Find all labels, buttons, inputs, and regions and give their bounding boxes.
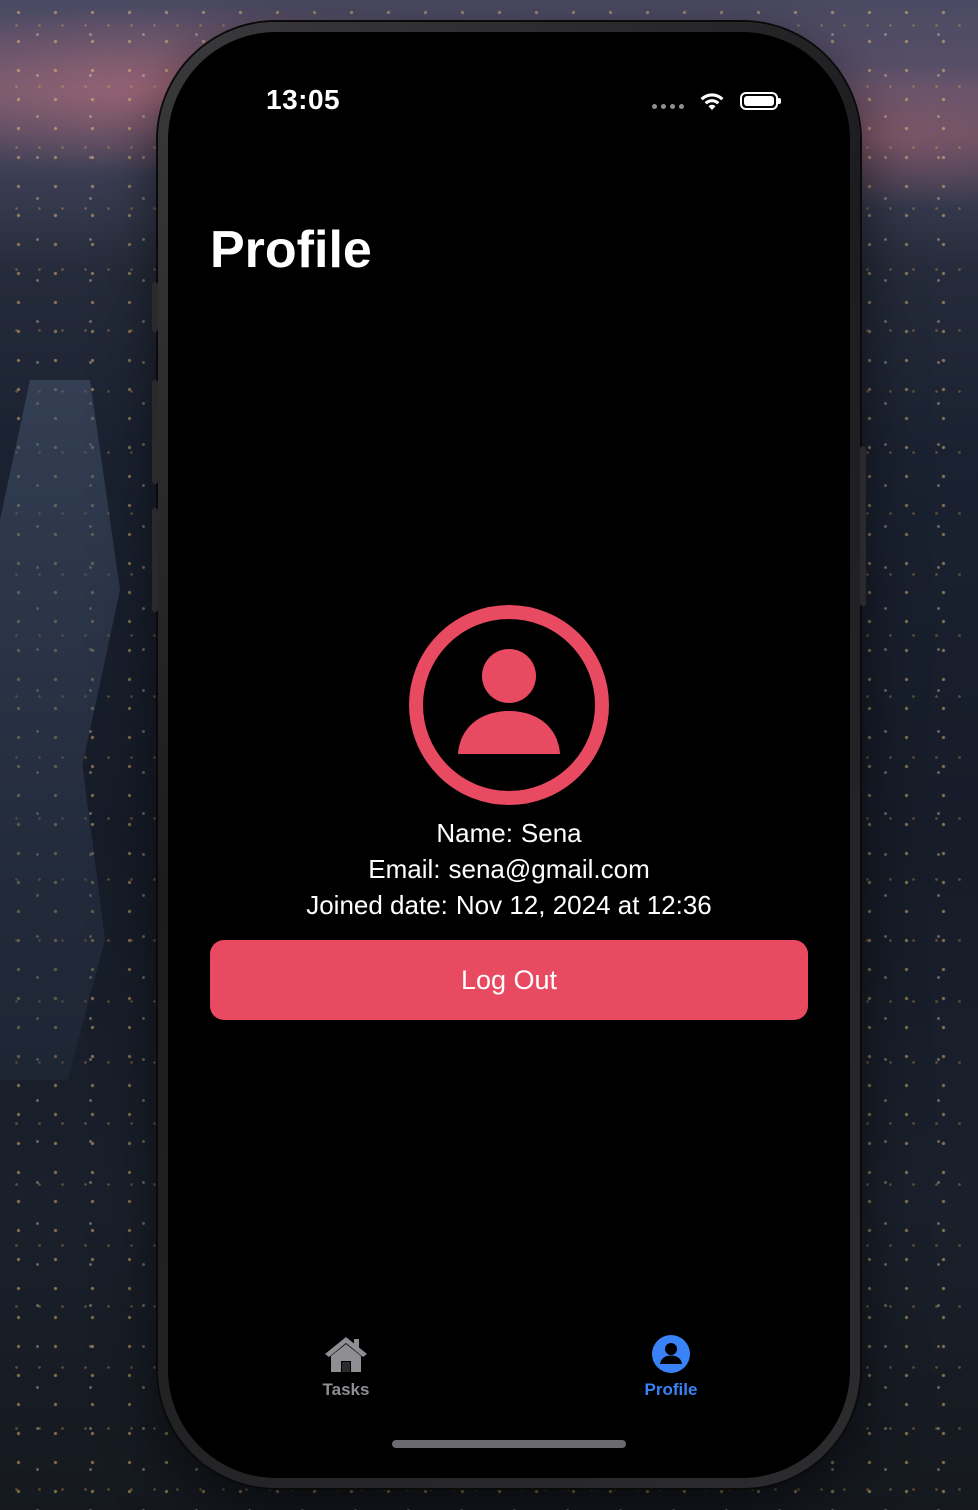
status-time: 13:05 bbox=[266, 84, 341, 115]
person-circle-fill-icon bbox=[652, 1335, 690, 1373]
name-row: Name: Sena bbox=[168, 818, 850, 849]
joined-date-label: Joined date: bbox=[306, 890, 448, 920]
power-button bbox=[860, 446, 866, 606]
logout-button-label: Log Out bbox=[460, 964, 558, 995]
email-label: Email: bbox=[368, 854, 441, 884]
joined-date-row: Joined date: Nov 12, 2024 at 12:36 bbox=[168, 890, 850, 921]
volume-down-button bbox=[152, 508, 158, 612]
action-button bbox=[152, 282, 158, 332]
house-icon bbox=[325, 1337, 367, 1372]
person-circle-icon bbox=[409, 605, 609, 805]
wifi-icon bbox=[700, 93, 724, 110]
email-value: sena@gmail.com bbox=[448, 854, 650, 884]
volume-up-button bbox=[152, 380, 158, 484]
tab-tasks[interactable]: Tasks bbox=[266, 1334, 426, 1400]
email-row: Email: sena@gmail.com bbox=[168, 854, 850, 885]
logout-button[interactable]: Log Out bbox=[210, 940, 808, 1020]
home-indicator[interactable] bbox=[392, 1440, 626, 1448]
tab-profile-label: Profile bbox=[644, 1380, 698, 1399]
joined-date-value: Nov 12, 2024 at 12:36 bbox=[455, 890, 712, 920]
name-label: Name: bbox=[436, 818, 513, 848]
phone-screen: 13:05 Profile Name: Sena Email: sena@gmai bbox=[168, 32, 850, 1478]
name-value: Sena bbox=[520, 818, 582, 848]
battery-icon bbox=[740, 92, 781, 110]
tab-tasks-label: Tasks bbox=[322, 1380, 370, 1399]
cellular-signal-icon bbox=[652, 103, 684, 109]
page-title: Profile bbox=[210, 221, 372, 279]
desktop-background: 13:05 Profile Name: Sena Email: sena@gmai bbox=[0, 0, 978, 1510]
tab-profile[interactable]: Profile bbox=[591, 1334, 751, 1400]
status-icons bbox=[652, 90, 781, 112]
